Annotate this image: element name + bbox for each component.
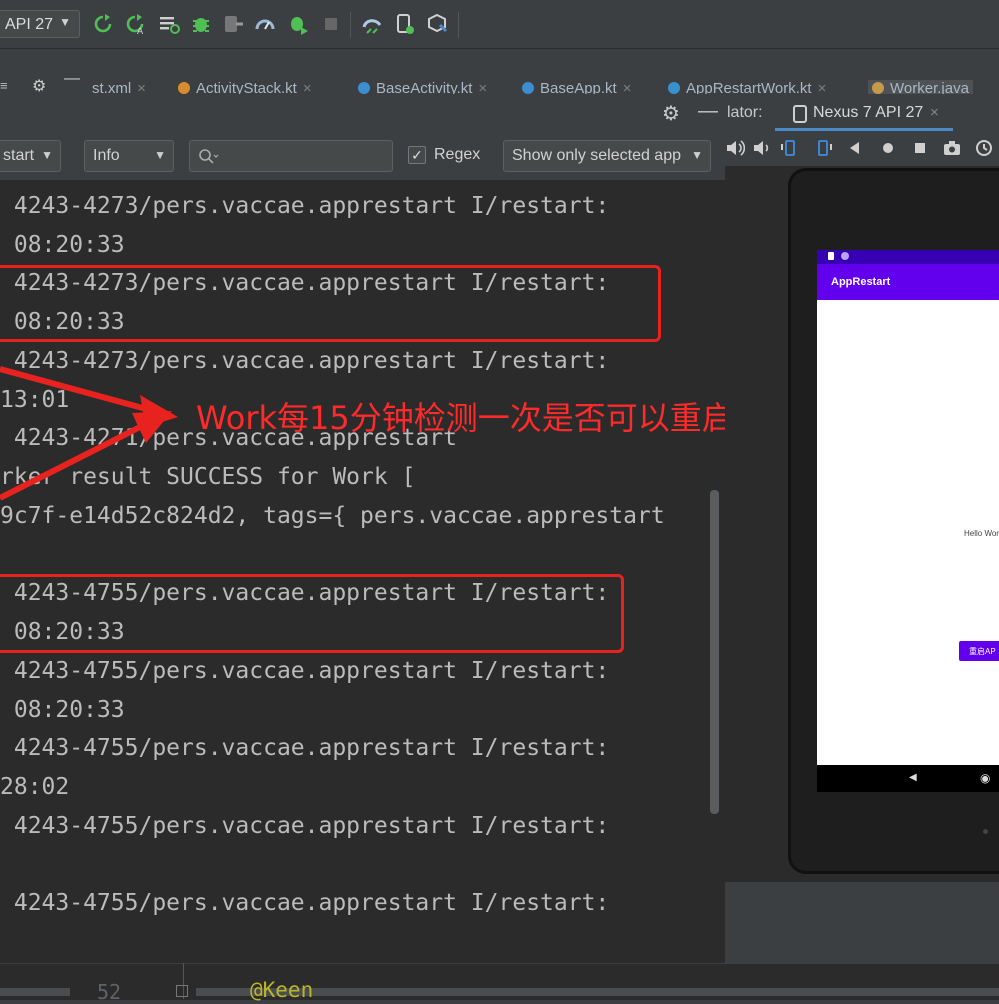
notification-icon xyxy=(828,252,834,260)
fold-icon[interactable] xyxy=(176,985,188,997)
snapshot-icon[interactable] xyxy=(974,138,994,158)
annotation-text: Work每15分钟检测一次是否可以重启 xyxy=(196,399,734,437)
annotation-arrow-icon xyxy=(0,366,178,501)
device-select[interactable]: API 27 ▼ xyxy=(0,10,80,38)
tab-scroll-icon[interactable]: ≡ xyxy=(0,78,8,93)
toolbar-separator xyxy=(458,12,459,38)
device-screen[interactable] xyxy=(817,250,999,765)
logcat-search-field[interactable] xyxy=(189,140,393,172)
device-icon xyxy=(793,105,807,123)
front-camera-icon xyxy=(983,829,988,834)
close-icon[interactable]: × xyxy=(303,80,312,94)
close-icon[interactable]: × xyxy=(623,80,632,94)
emulator-lower-panel xyxy=(725,881,999,964)
profiler-icon[interactable] xyxy=(254,13,276,35)
volume-up-icon[interactable] xyxy=(725,138,745,158)
tab-apprestartwork-kt[interactable]: AppRestartWork.kt × xyxy=(668,80,826,94)
highlight-box xyxy=(0,574,624,653)
back-icon[interactable] xyxy=(845,138,865,158)
chevron-down-icon: ▼ xyxy=(691,148,703,162)
app-title: AppRestart xyxy=(831,276,891,288)
close-icon[interactable]: × xyxy=(930,104,939,121)
home-icon[interactable] xyxy=(878,138,898,158)
rerun-icon[interactable] xyxy=(92,13,114,35)
log-line: 4243-4755/pers.vaccae.apprestart I/resta… xyxy=(0,813,610,839)
close-icon[interactable]: × xyxy=(818,80,827,94)
kotlin-file-icon xyxy=(358,82,370,94)
tab-st-xml[interactable]: st.xml × xyxy=(92,80,146,94)
rotate-right-icon[interactable] xyxy=(813,138,833,158)
main-toolbar: API 27 ▼ A xyxy=(0,0,999,49)
java-file-icon xyxy=(872,82,884,94)
svg-text:A: A xyxy=(137,27,144,35)
logcat-panel-header xyxy=(0,94,725,132)
gear-icon[interactable]: ⚙ xyxy=(662,101,680,126)
chevron-down-icon: ▼ xyxy=(154,148,166,162)
log-scrollbar-thumb[interactable] xyxy=(710,490,719,814)
horizontal-scrollbar[interactable] xyxy=(196,988,999,996)
gear-icon[interactable]: ⚙ xyxy=(32,76,46,94)
toolbar-separator xyxy=(350,12,351,38)
attach-debugger-icon[interactable] xyxy=(222,13,244,35)
apply-changes-icon[interactable]: A xyxy=(124,13,146,35)
log-line: 4243-4755/pers.vaccae.apprestart I/resta… xyxy=(0,735,610,761)
logcat-filter-bar: start ▼ Info ▼ Show only selected app ▼ xyxy=(0,132,725,181)
log-line: 08:20:33 xyxy=(0,232,125,258)
process-select[interactable]: start ▼ xyxy=(0,140,61,172)
kotlin-file-icon xyxy=(178,82,190,94)
toolbar-band xyxy=(0,49,999,76)
overview-icon[interactable] xyxy=(910,138,930,158)
device-back-icon[interactable]: ◀ xyxy=(909,772,917,783)
stop-icon[interactable] xyxy=(320,13,342,35)
log-line: 4243-4755/pers.vaccae.apprestart I/resta… xyxy=(0,890,610,916)
close-icon[interactable]: × xyxy=(478,80,487,94)
sdk-manager-icon[interactable] xyxy=(426,13,448,35)
sync-icon[interactable] xyxy=(158,13,180,35)
log-level-select[interactable]: Info ▼ xyxy=(84,140,174,172)
chevron-down-icon: ▼ xyxy=(59,15,71,29)
log-line: 4243-4755/pers.vaccae.apprestart I/resta… xyxy=(0,658,610,684)
device-status-bar xyxy=(817,250,999,264)
device-tab-label: Nexus 7 API 27 xyxy=(813,104,924,121)
log-line: 08:20:33 xyxy=(0,697,125,723)
app-filter-select[interactable]: Show only selected app ▼ xyxy=(503,140,711,172)
editor-tabs: ≡ ⚙ — st.xml × ActivityStack.kt × BaseActi… xyxy=(0,76,999,94)
tab-baseapp-kt[interactable]: BaseApp.kt × xyxy=(522,80,631,94)
hide-panel-icon[interactable]: — xyxy=(698,100,718,123)
gradle-sync-icon[interactable] xyxy=(361,13,383,35)
restart-app-button[interactable]: 重启AP xyxy=(959,641,999,661)
code-line[interactable]: @Keen xyxy=(250,978,313,1002)
hello-text: Hello Wor xyxy=(964,529,999,538)
volume-down-icon[interactable] xyxy=(752,138,772,158)
rotate-left-icon[interactable] xyxy=(780,138,800,158)
kotlin-file-icon xyxy=(522,82,534,94)
tab-baseactivity-kt[interactable]: BaseActivity.kt × xyxy=(358,80,487,94)
restart-button-label: 重启AP xyxy=(969,647,996,656)
avd-manager-icon[interactable] xyxy=(394,13,416,35)
chevron-down-icon: ▼ xyxy=(41,148,53,162)
device-select-label: API 27 xyxy=(5,16,54,33)
device-home-icon[interactable]: ◉ xyxy=(980,771,990,785)
tab-activitystack-kt[interactable]: ActivityStack.kt × xyxy=(178,80,312,94)
tab-nexus-7-api-27[interactable]: Nexus 7 API 27 × xyxy=(775,98,953,131)
kotlin-file-icon xyxy=(668,82,680,94)
search-input[interactable] xyxy=(222,145,386,169)
horizontal-scrollbar[interactable] xyxy=(0,988,70,996)
device-nav-bar xyxy=(817,765,999,792)
line-number: 52 xyxy=(97,980,122,1004)
tab-worker-java[interactable]: Worker.java xyxy=(868,80,973,94)
bug-run-icon[interactable] xyxy=(287,13,309,35)
emulator-header-label: lator: xyxy=(727,104,763,121)
highlight-box xyxy=(0,265,661,342)
debug-icon[interactable] xyxy=(190,13,212,35)
log-line: 4243-4273/pers.vaccae.apprestart I/resta… xyxy=(0,193,610,219)
regex-checkbox[interactable]: ✓ xyxy=(408,146,426,164)
log-line: 28:02 xyxy=(0,774,70,800)
regex-label: Regex xyxy=(434,146,481,163)
close-icon[interactable]: × xyxy=(137,80,146,94)
minimize-icon[interactable]: — xyxy=(64,76,80,88)
notification-icon xyxy=(841,252,849,260)
screenshot-icon[interactable] xyxy=(942,138,962,158)
search-icon xyxy=(199,149,219,164)
